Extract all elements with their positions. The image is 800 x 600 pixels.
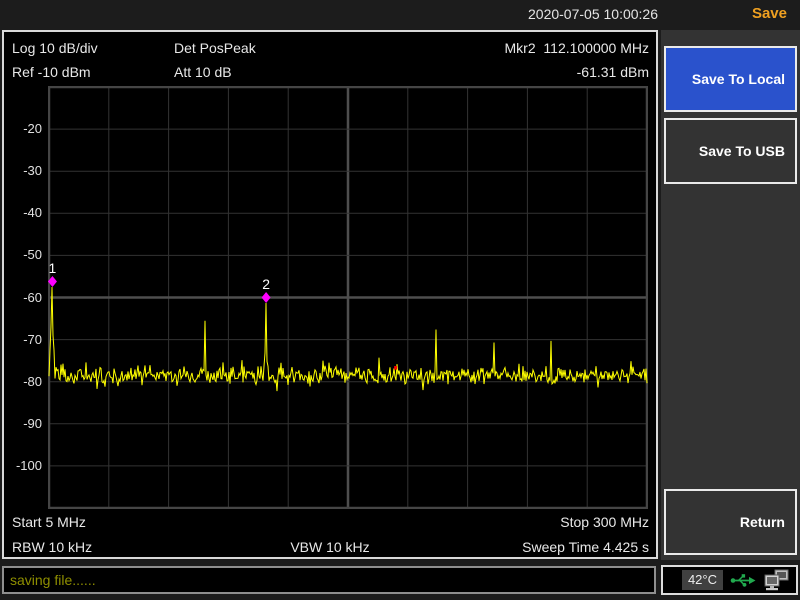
y-tick-label: -90: [4, 416, 42, 431]
marker-diamond: [262, 292, 271, 303]
stop-frequency-label: Stop 300 MHz: [560, 514, 649, 530]
marker-frequency-readout: Mkr2 112.100000 MHz: [505, 40, 649, 56]
save-to-usb-button[interactable]: Save To USB: [664, 118, 797, 184]
marker-number: 2: [262, 276, 270, 292]
y-tick-label: -80: [4, 374, 42, 389]
status-message-bar: saving file......: [2, 566, 656, 594]
scale-readout: Log 10 dB/div: [12, 40, 98, 56]
spectrum-analyzer-screen: 2020-07-05 10:00:26 Save Log 10 dB/div D…: [0, 0, 800, 600]
attenuation-readout: Att 10 dB: [174, 64, 232, 80]
sweep-time-label: Sweep Time 4.425 s: [522, 539, 649, 555]
detector-readout: Det PosPeak: [174, 40, 256, 56]
y-tick-label: -30: [4, 163, 42, 178]
return-button[interactable]: Return: [664, 489, 797, 555]
display-panel: Log 10 dB/div Det PosPeak Mkr2 112.10000…: [2, 30, 658, 559]
usb-icon: [730, 572, 756, 589]
datetime: 2020-07-05 10:00:26: [528, 6, 658, 22]
y-tick-label: -100: [4, 458, 42, 473]
spectrum-plot: 12: [48, 86, 648, 509]
softkey-menu: Save To Local Save To USB Return: [661, 30, 800, 560]
y-tick-label: -40: [4, 205, 42, 220]
y-tick-label: -20: [4, 121, 42, 136]
y-tick-label: -70: [4, 332, 42, 347]
reference-level-readout: Ref -10 dBm: [12, 64, 91, 80]
save-to-local-button[interactable]: Save To Local: [664, 46, 797, 112]
y-axis-labels: -20 -30 -40 -50 -60 -70 -80 -90 -100: [4, 86, 45, 509]
computer-icon: [763, 569, 790, 592]
start-frequency-label: Start 5 MHz: [12, 514, 86, 530]
y-tick-label: -60: [4, 290, 42, 305]
status-message: saving file......: [4, 572, 96, 588]
active-menu-title: Save: [752, 5, 787, 22]
status-icons-bar: 42°C: [661, 565, 798, 595]
marker-number: 1: [49, 260, 57, 276]
marker-amplitude-readout: -61.31 dBm: [577, 64, 649, 80]
y-tick-label: -50: [4, 247, 42, 262]
top-bar: 2020-07-05 10:00:26 Save: [0, 0, 800, 29]
red-dot: [394, 366, 397, 370]
temperature-badge: 42°C: [682, 570, 723, 590]
